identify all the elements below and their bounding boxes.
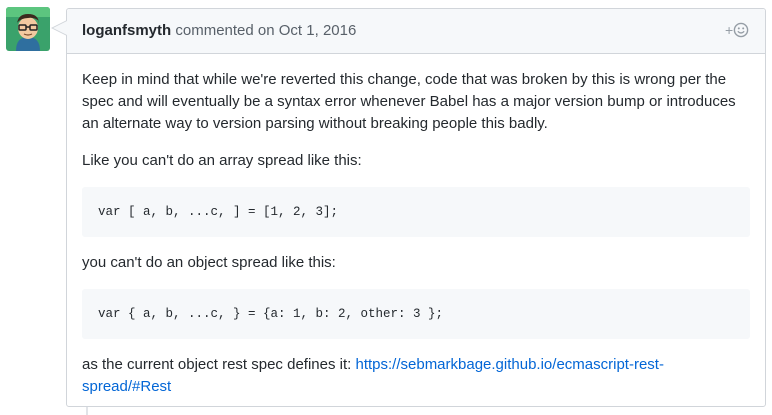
add-reaction-icon[interactable]: + — [725, 22, 751, 40]
comment-action: commented on — [175, 22, 275, 39]
comment-header: loganfsmyth commented on Oct 1, 2016 + — [67, 9, 765, 54]
paragraph-4-text: as the current object rest spec defines … — [82, 356, 356, 373]
plus-icon: + — [725, 22, 734, 38]
author-link[interactable]: loganfsmyth — [82, 22, 171, 39]
comment-box: loganfsmyth commented on Oct 1, 2016 + K… — [51, 8, 766, 407]
comment-caret-fill — [53, 21, 67, 35]
paragraph-4: as the current object rest spec defines … — [82, 354, 750, 398]
user-avatar[interactable] — [6, 7, 50, 51]
avatar-image — [6, 7, 50, 51]
code-block-1: var [ a, b, ...c, ] = [1, 2, 3]; — [82, 187, 750, 237]
smiley-icon — [733, 22, 749, 38]
paragraph-2: Like you can't do an array spread like t… — [82, 152, 362, 169]
comment-date[interactable]: Oct 1, 2016 — [279, 22, 357, 39]
code-block-2: var { a, b, ...c, } = {a: 1, b: 2, other… — [82, 289, 750, 339]
paragraph-1: Keep in mind that while we're reverted t… — [82, 71, 736, 132]
comment-body: Keep in mind that while we're reverted t… — [67, 54, 765, 398]
paragraph-3: you can't do an object spread like this: — [82, 254, 336, 271]
